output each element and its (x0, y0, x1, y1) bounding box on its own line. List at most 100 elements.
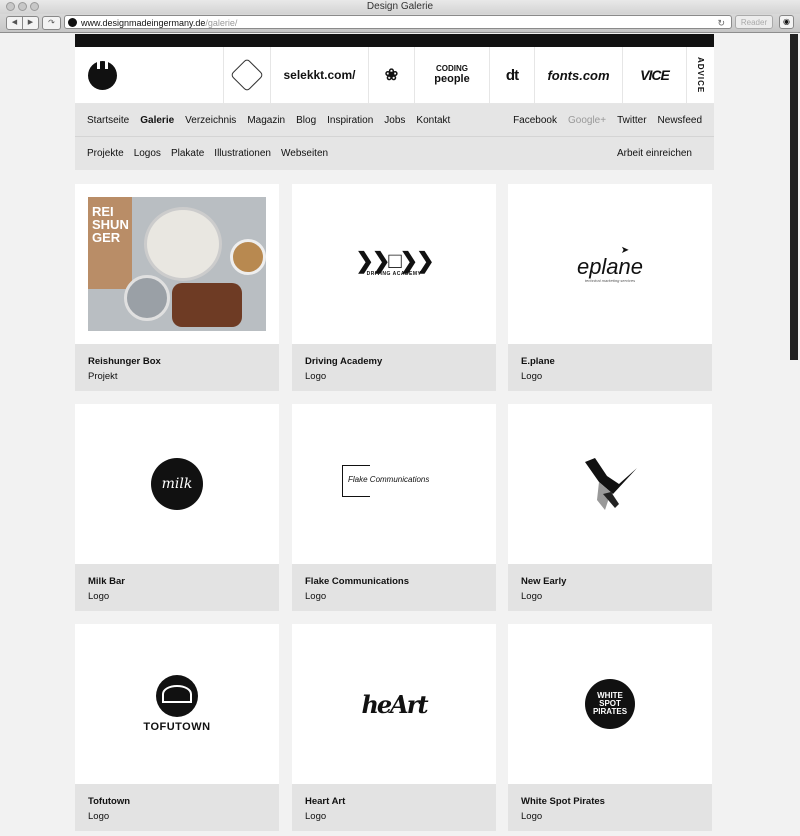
card-title[interactable]: Reishunger Box (88, 354, 266, 369)
gallery-card[interactable]: heArt Heart Art Logo (292, 624, 496, 831)
sponsor-hexagon[interactable] (223, 47, 270, 103)
sponsor-advice[interactable]: ADVICE (686, 47, 714, 103)
nav-galerie[interactable]: Galerie (140, 115, 174, 126)
card-title[interactable]: Heart Art (305, 794, 483, 809)
scrollbar-thumb[interactable] (790, 34, 798, 360)
gallery-card[interactable]: ❯❯□❯❯ DRIVING ACADEMY Driving Academy Lo… (292, 184, 496, 391)
nav-kontakt[interactable]: Kontakt (416, 115, 450, 126)
downloads-icon[interactable]: ◉ (779, 15, 794, 29)
photo-cup (230, 239, 266, 275)
link-newsfeed[interactable]: Newsfeed (658, 115, 702, 126)
gallery-card[interactable]: milk Milk Bar Logo (75, 404, 279, 611)
nav-jobs[interactable]: Jobs (384, 115, 405, 126)
gallery-card[interactable]: WHITE SPOT PIRATES White Spot Pirates Lo… (508, 624, 712, 831)
card-image[interactable]: Flake Communications (292, 404, 496, 564)
forward-button[interactable]: ▶ (23, 16, 39, 30)
tofutown-wordmark: TOFUTOWN (143, 721, 211, 733)
submit-work-link[interactable]: Arbeit einreichen (617, 148, 692, 159)
card-meta: Tofutown Logo (75, 784, 279, 831)
coding-label: CODING (436, 64, 468, 73)
back-button[interactable]: ◀ (6, 16, 23, 30)
secondary-nav: Projekte Logos Plakate Illustrationen We… (75, 137, 714, 170)
card-title[interactable]: New Early (521, 574, 699, 589)
card-image[interactable]: WHITE SPOT PIRATES (508, 624, 712, 784)
filter-logos[interactable]: Logos (134, 148, 161, 159)
filter-projekte[interactable]: Projekte (87, 148, 124, 159)
window-controls (6, 2, 39, 11)
card-image[interactable]: ➤ eplane technical marketing services (508, 184, 712, 344)
reader-button[interactable]: Reader (735, 15, 773, 29)
sponsor-bar: selekkt.com/ ❀ CODING people dt fonts.co… (75, 47, 714, 104)
link-twitter[interactable]: Twitter (617, 115, 646, 126)
address-bar[interactable]: www.designmadeingermany.de/galerie/ ↻ (64, 15, 732, 29)
sponsor-dt[interactable]: dt (489, 47, 534, 103)
card-category: Logo (88, 811, 110, 822)
tofutown-logo: TOFUTOWN (143, 675, 210, 733)
card-meta: New Early Logo (508, 564, 712, 611)
nav-blog[interactable]: Blog (296, 115, 316, 126)
filter-plakate[interactable]: Plakate (171, 148, 204, 159)
card-title[interactable]: Driving Academy (305, 354, 483, 369)
window-titlebar: Design Galerie (0, 0, 800, 14)
sponsor-selekkt[interactable]: selekkt.com/ (270, 47, 368, 103)
milk-wordmark: milk (161, 476, 193, 492)
minimize-window-button[interactable] (18, 2, 27, 11)
tofutown-emblem-icon (156, 675, 198, 717)
gallery-card[interactable]: TOFUTOWN Tofutown Logo (75, 624, 279, 831)
card-category: Logo (521, 811, 543, 822)
card-meta: Driving Academy Logo (292, 344, 496, 391)
card-image[interactable]: heArt (292, 624, 496, 784)
filter-illustrationen[interactable]: Illustrationen (214, 148, 271, 159)
photo-bag-text: REI SHUN GER (92, 204, 129, 245)
sponsor-coding-people[interactable]: CODING people (414, 47, 489, 103)
nav-verzeichnis[interactable]: Verzeichnis (185, 115, 236, 126)
card-title[interactable]: Flake Communications (305, 574, 483, 589)
nav-startseite[interactable]: Startseite (87, 115, 129, 126)
gallery-card[interactable]: Flake Communications Flake Communication… (292, 404, 496, 611)
card-title[interactable]: Milk Bar (88, 574, 266, 589)
eplane-logo: ➤ eplane technical marketing services (577, 245, 643, 283)
reload-icon[interactable]: ↻ (717, 16, 725, 30)
gallery-card[interactable]: New Early Logo (508, 404, 712, 611)
hexagon-icon (230, 58, 264, 92)
card-title[interactable]: White Spot Pirates (521, 794, 699, 809)
zoom-window-button[interactable] (30, 2, 39, 11)
flake-wordmark: Flake Communications (348, 475, 430, 484)
window-title: Design Galerie (366, 1, 434, 12)
swallow-bird-icon (585, 458, 637, 510)
card-image[interactable]: REI SHUN GER (75, 184, 279, 344)
page-viewport: selekkt.com/ ❀ CODING people dt fonts.co… (0, 34, 800, 836)
card-image[interactable]: milk (75, 404, 279, 564)
page-wrapper: selekkt.com/ ❀ CODING people dt fonts.co… (75, 34, 714, 831)
leaf-icon: ❀ (384, 67, 399, 84)
photo-board (172, 283, 242, 327)
white-spot-pirates-logo: WHITE SPOT PIRATES (585, 679, 635, 729)
gallery-card[interactable]: REI SHUN GER Reishunger Box Projekt (75, 184, 279, 391)
scrollbar[interactable] (788, 34, 800, 836)
card-category: Logo (88, 591, 110, 602)
card-image[interactable] (508, 404, 712, 564)
link-google-plus[interactable]: Google+ (568, 115, 606, 126)
sponsor-fonts[interactable]: fonts.com (534, 47, 622, 103)
link-facebook[interactable]: Facebook (513, 115, 557, 126)
site-logo[interactable] (75, 47, 223, 103)
nav-magazin[interactable]: Magazin (247, 115, 285, 126)
card-meta: Flake Communications Logo (292, 564, 496, 611)
gallery-card[interactable]: ➤ eplane technical marketing services E.… (508, 184, 712, 391)
card-category: Projekt (88, 371, 118, 382)
sponsor-leaf[interactable]: ❀ (368, 47, 414, 103)
sponsor-vice[interactable]: VICE (622, 47, 686, 103)
card-title[interactable]: E.plane (521, 354, 699, 369)
photo-pot (144, 207, 222, 281)
card-title[interactable]: Tofutown (88, 794, 266, 809)
nav-inspiration[interactable]: Inspiration (327, 115, 373, 126)
social-links: Facebook Google+ Twitter Newsfeed (502, 115, 702, 126)
share-button[interactable]: ↷ (42, 16, 61, 30)
card-image[interactable]: TOFUTOWN (75, 624, 279, 784)
card-image[interactable]: ❯❯□❯❯ DRIVING ACADEMY (292, 184, 496, 344)
heart-art-wordmark: heArt (361, 689, 428, 719)
white-spot-pirates-wordmark: WHITE SPOT PIRATES (592, 691, 628, 716)
close-window-button[interactable] (6, 2, 15, 11)
filter-webseiten[interactable]: Webseiten (281, 148, 328, 159)
top-black-bar (75, 34, 714, 47)
